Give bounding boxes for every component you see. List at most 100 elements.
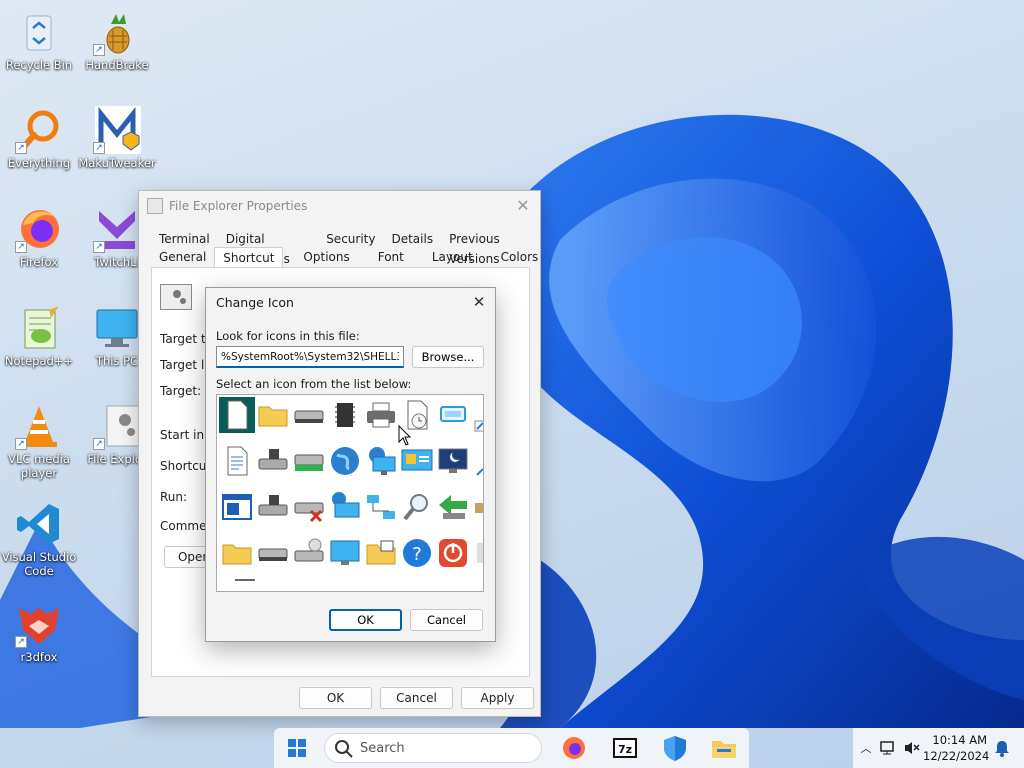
network-computer-icon[interactable] bbox=[363, 443, 399, 479]
taskbar-defender[interactable] bbox=[660, 733, 690, 763]
icon-list[interactable]: ? bbox=[216, 394, 484, 592]
tab-digital-signatures[interactable]: Digital Signatures bbox=[218, 229, 318, 266]
show-hidden-icons-button[interactable]: ︿ bbox=[859, 740, 873, 755]
properties-titlebar[interactable]: File Explorer Properties bbox=[139, 191, 540, 221]
power-icon[interactable] bbox=[435, 535, 471, 571]
clock-date[interactable]: 12/22/2024 bbox=[923, 749, 989, 763]
floppy-drive-icon[interactable] bbox=[255, 489, 291, 525]
change-icon-ok-button[interactable]: OK bbox=[329, 609, 402, 631]
partial-icon[interactable] bbox=[471, 535, 483, 571]
icon-file-path-input[interactable] bbox=[216, 346, 404, 368]
desktop-icon-handbrake[interactable]: ↗ HandBrake bbox=[78, 8, 156, 72]
green-arrow-icon[interactable] bbox=[435, 489, 471, 525]
properties-title: File Explorer Properties bbox=[169, 199, 308, 213]
application-window-icon[interactable] bbox=[219, 489, 255, 525]
properties-close-button[interactable]: ✕ bbox=[514, 197, 532, 215]
tab-colors[interactable]: Colors bbox=[493, 247, 547, 267]
desktop-icon-recycle-bin[interactable]: Recycle Bin bbox=[0, 8, 78, 72]
floppy-drive-icon[interactable] bbox=[255, 443, 291, 479]
partial-icon[interactable] bbox=[227, 575, 263, 591]
desktop-icon-label: Everything bbox=[7, 156, 71, 170]
desktop-icon-label: HandBrake bbox=[85, 58, 149, 72]
monitor-icon[interactable] bbox=[327, 535, 363, 571]
volume-muted-icon[interactable] bbox=[903, 739, 921, 757]
disconnected-drive-icon[interactable] bbox=[291, 489, 327, 525]
cd-drive-icon[interactable] bbox=[291, 535, 327, 571]
notification-bell-icon[interactable] bbox=[993, 739, 1011, 757]
drive-icon[interactable] bbox=[255, 535, 291, 571]
blank-document-icon[interactable] bbox=[219, 397, 255, 433]
desktop-icon-label: Firefox bbox=[19, 255, 59, 269]
desktop-icon-firefox[interactable]: ↗ Firefox bbox=[0, 205, 78, 269]
system-tray: ︿ 10:14 AM 12/22/2024 bbox=[853, 728, 1024, 768]
search-placeholder: Search bbox=[360, 741, 405, 756]
desktop-icon-r3dfox[interactable]: ↗ r3dfox bbox=[0, 600, 78, 664]
tab-row-2: General Shortcut Options Font Layout Col… bbox=[151, 247, 546, 267]
select-icon-label: Select an icon from the list below: bbox=[216, 377, 412, 391]
start-button[interactable] bbox=[282, 733, 312, 763]
folder-grid-icon[interactable] bbox=[363, 535, 399, 571]
help-icon[interactable]: ? bbox=[399, 535, 435, 571]
tab-previous-versions[interactable]: Previous Versions bbox=[441, 229, 540, 266]
browse-button[interactable]: Browse... bbox=[412, 346, 484, 368]
taskbar-firefox[interactable] bbox=[559, 733, 589, 763]
tab-row-1: Terminal Digital Signatures Security Det… bbox=[151, 229, 540, 266]
desktop-icon-notepad-plus-plus[interactable]: Notepad++ bbox=[0, 304, 78, 368]
shortcut-large-icon bbox=[160, 284, 192, 310]
desktop-icon-label: r3dfox bbox=[20, 650, 58, 664]
tab-general[interactable]: General bbox=[151, 247, 214, 267]
taskbar-file-explorer[interactable] bbox=[709, 733, 739, 763]
tab-details[interactable]: Details bbox=[383, 229, 441, 249]
change-icon-close-button[interactable]: ✕ bbox=[469, 292, 489, 312]
desktop-icon-vlc[interactable]: ↗ VLC media player bbox=[0, 402, 78, 480]
network-icon[interactable] bbox=[879, 739, 897, 757]
file-explorer-settings-icon: ↗ bbox=[93, 402, 142, 450]
windows-logo-icon bbox=[288, 739, 306, 757]
tab-shortcut[interactable]: Shortcut bbox=[214, 247, 284, 267]
window-frame-icon[interactable] bbox=[435, 397, 471, 433]
run-label: Run: bbox=[160, 490, 188, 504]
sleep-monitor-icon[interactable] bbox=[435, 443, 471, 479]
shortcut-arrow-icon: ↗ bbox=[93, 44, 105, 56]
taskbar-search-box[interactable]: Search bbox=[324, 733, 542, 763]
desktop-icon-vscode[interactable]: Visual Studio Code bbox=[0, 500, 78, 578]
tab-layout[interactable]: Layout bbox=[424, 247, 481, 267]
printer-icon[interactable] bbox=[363, 397, 399, 433]
control-panel-icon[interactable] bbox=[399, 443, 435, 479]
clock-time[interactable]: 10:14 AM bbox=[931, 733, 987, 747]
properties-apply-button[interactable]: Apply bbox=[461, 687, 534, 709]
shortcut-overlay-icon[interactable] bbox=[471, 397, 483, 433]
desktop-icon-makutweaker[interactable]: ↗ MakuTweaker bbox=[78, 106, 156, 170]
network-computer-icon[interactable] bbox=[327, 489, 363, 525]
desktop-icon-everything[interactable]: ↗ Everything bbox=[0, 106, 78, 170]
tab-options[interactable]: Options bbox=[295, 247, 357, 267]
change-icon-cancel-button[interactable]: Cancel bbox=[410, 609, 483, 631]
taskbar-7zip[interactable]: 7z bbox=[610, 733, 640, 763]
shortcut-arrow-icon: ↗ bbox=[15, 142, 27, 154]
everything-search-icon: ↗ bbox=[15, 106, 63, 154]
magnifier-icon[interactable] bbox=[399, 489, 435, 525]
drive-icon[interactable] bbox=[291, 397, 327, 433]
target-label: Target: bbox=[160, 384, 202, 398]
twitchlink-icon: ↗ bbox=[93, 205, 141, 253]
properties-ok-button[interactable]: OK bbox=[299, 687, 372, 709]
shortcut-arrow-icon: ↗ bbox=[93, 142, 105, 154]
text-document-icon[interactable] bbox=[219, 443, 255, 479]
properties-cancel-button[interactable]: Cancel bbox=[380, 687, 453, 709]
tab-terminal[interactable]: Terminal bbox=[151, 229, 218, 249]
handbrake-icon: ↗ bbox=[93, 8, 141, 56]
tab-security[interactable]: Security bbox=[318, 229, 383, 249]
network-icon[interactable] bbox=[363, 489, 399, 525]
removable-drive-icon[interactable] bbox=[291, 443, 327, 479]
recycle-bin-icon bbox=[15, 8, 63, 56]
folder-icon[interactable] bbox=[255, 397, 291, 433]
memory-chip-icon[interactable] bbox=[327, 397, 363, 433]
folder-icon[interactable] bbox=[219, 535, 255, 571]
shortcut-overlay-icon[interactable] bbox=[471, 443, 483, 479]
shortcut-arrow-icon: ↗ bbox=[93, 241, 105, 253]
r3dfox-icon: ↗ bbox=[15, 600, 63, 648]
this-pc-icon bbox=[93, 304, 141, 352]
package-icon[interactable] bbox=[471, 489, 483, 525]
tab-font[interactable]: Font bbox=[370, 247, 412, 267]
globe-icon[interactable] bbox=[327, 443, 363, 479]
